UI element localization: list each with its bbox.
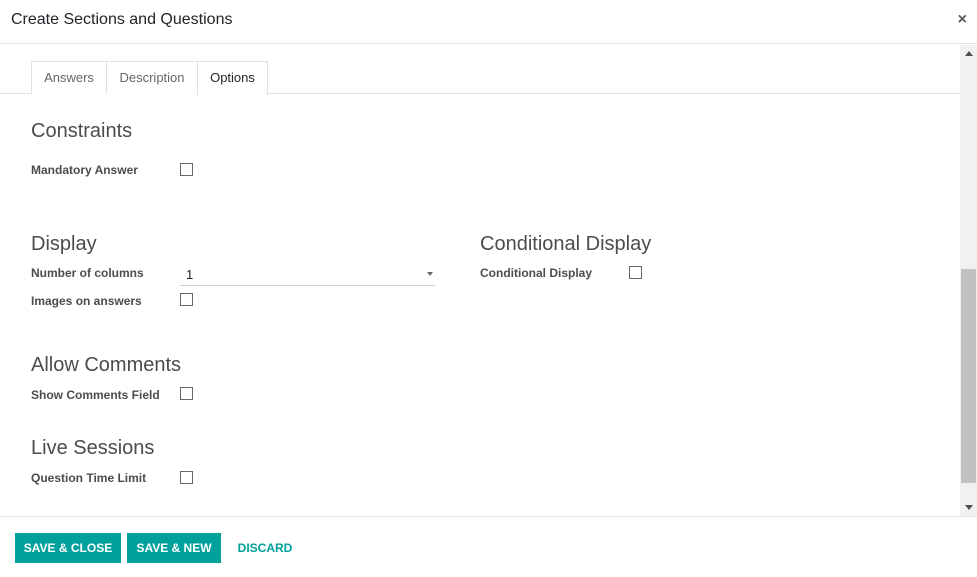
- save-close-button[interactable]: SAVE & CLOSE: [15, 533, 121, 563]
- dialog-footer: SAVE & CLOSE SAVE & NEW DISCARD: [0, 516, 977, 577]
- live-sessions-heading: Live Sessions: [31, 437, 155, 459]
- images-on-answers-checkbox[interactable]: [180, 293, 193, 306]
- display-heading: Display: [31, 233, 97, 255]
- conditional-display-heading: Conditional Display: [480, 233, 652, 255]
- show-comments-field-label: Show Comments Field: [31, 388, 160, 402]
- dialog-header: Create Sections and Questions ×: [0, 0, 977, 44]
- tab-options[interactable]: Options: [197, 61, 268, 95]
- tab-description[interactable]: Description: [106, 61, 198, 94]
- tab-answers[interactable]: Answers: [31, 61, 107, 94]
- tab-bar: Answers Description Options: [0, 61, 960, 95]
- number-of-columns-label: Number of columns: [31, 266, 144, 280]
- mandatory-answer-label: Mandatory Answer: [31, 163, 138, 177]
- vertical-scrollbar[interactable]: [960, 45, 977, 516]
- dialog-body: Answers Description Options Constraints …: [0, 45, 960, 516]
- caret-down-icon: [427, 272, 433, 276]
- mandatory-answer-checkbox[interactable]: [180, 163, 193, 176]
- discard-button[interactable]: DISCARD: [231, 533, 299, 563]
- number-of-columns-value: 1: [186, 267, 194, 282]
- save-new-button[interactable]: SAVE & NEW: [127, 533, 221, 563]
- allow-comments-heading: Allow Comments: [31, 354, 182, 376]
- scroll-up-icon[interactable]: [960, 45, 977, 62]
- constraints-heading: Constraints: [31, 120, 133, 142]
- dialog-title: Create Sections and Questions: [11, 11, 233, 28]
- conditional-display-label: Conditional Display: [480, 266, 593, 280]
- scrollbar-thumb[interactable]: [961, 269, 976, 483]
- question-time-limit-label: Question Time Limit: [31, 471, 147, 485]
- question-time-limit-checkbox[interactable]: [180, 471, 193, 484]
- show-comments-field-checkbox[interactable]: [180, 387, 193, 400]
- close-icon[interactable]: ×: [958, 11, 967, 29]
- images-on-answers-label: Images on answers: [31, 294, 142, 308]
- number-of-columns-select[interactable]: 1: [180, 264, 435, 286]
- conditional-display-checkbox[interactable]: [629, 266, 642, 279]
- scroll-down-icon[interactable]: [960, 499, 977, 516]
